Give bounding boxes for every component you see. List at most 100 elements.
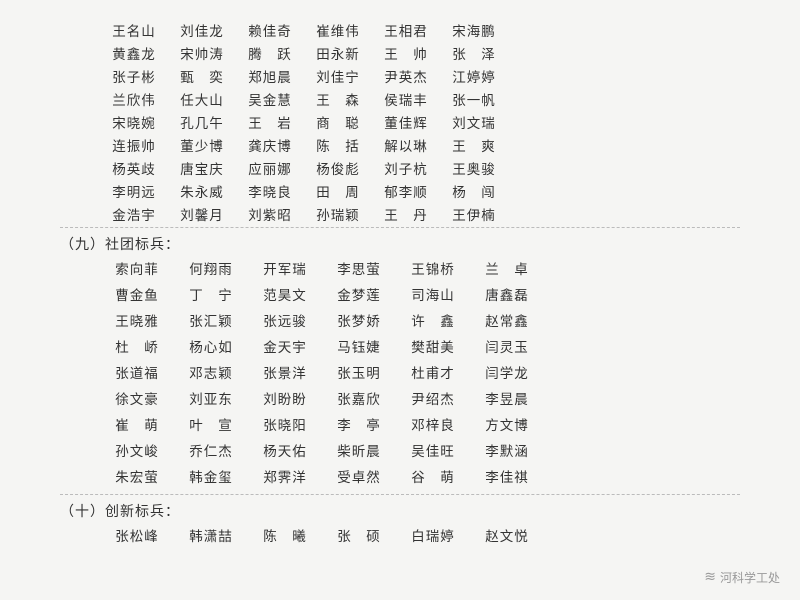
page: 王名山 刘佳龙 赖佳奇 崔维伟 王相君 宋海鹏 黄鑫龙 宋帅涛 腾 跃 田永新 … (0, 0, 800, 600)
name: 丁 宁 (174, 284, 248, 304)
name: 韩金玺 (174, 466, 248, 486)
name: 李思萤 (322, 258, 396, 278)
name: 杨 闯 (440, 181, 508, 201)
s9-row-5: 张道福 邓志颖 张景洋 张玉明 杜甫才 闫学龙 (60, 362, 740, 386)
name: 王伊楠 (440, 204, 508, 224)
name: 黄鑫龙 (100, 43, 168, 63)
name: 刘盼盼 (248, 388, 322, 408)
name: 董佳辉 (372, 112, 440, 132)
name-row-2: 黄鑫龙 宋帅涛 腾 跃 田永新 王 帅 张 泽 (100, 43, 740, 63)
name: 王 帅 (372, 43, 440, 63)
s9-row-8: 孙文峻 乔仁杰 杨天佑 柴昕晨 吴佳旺 李默涵 (60, 440, 740, 464)
name: 任大山 (168, 89, 236, 109)
name: 张一帆 (440, 89, 508, 109)
name: 王 森 (304, 89, 372, 109)
name: 解以琳 (372, 135, 440, 155)
s9-row-9: 朱宏萤 韩金玺 郑霁洋 受卓然 谷 萌 李佳祺 (60, 466, 740, 490)
name: 唐宝庆 (168, 158, 236, 178)
name: 龚庆博 (236, 135, 304, 155)
name: 刘亚东 (174, 388, 248, 408)
name: 张松峰 (100, 525, 174, 545)
name: 王晓雅 (100, 310, 174, 330)
name: 王 岩 (236, 112, 304, 132)
name: 叶 宣 (174, 414, 248, 434)
name: 刘佳宁 (304, 66, 372, 86)
name: 杨英歧 (100, 158, 168, 178)
name: 张 硕 (322, 525, 396, 545)
name: 徐文豪 (100, 388, 174, 408)
name: 韩潇喆 (174, 525, 248, 545)
name: 柴昕晨 (322, 440, 396, 460)
name: 侯瑞丰 (372, 89, 440, 109)
s9-row-3: 王晓雅 张汇颖 张远骏 张梦娇 许 鑫 赵常鑫 (60, 310, 740, 334)
name: 李昱晨 (470, 388, 544, 408)
name: 许 鑫 (396, 310, 470, 330)
name: 杜 峤 (100, 336, 174, 356)
section-10-title: （十）创新标兵： (60, 501, 740, 521)
name: 杜甫才 (396, 362, 470, 382)
name: 崔维伟 (304, 20, 372, 40)
name: 司海山 (396, 284, 470, 304)
name: 刘文瑞 (440, 112, 508, 132)
name: 郑旭晨 (236, 66, 304, 86)
name: 张远骏 (248, 310, 322, 330)
name: 李佳祺 (470, 466, 544, 486)
name: 崔 萌 (100, 414, 174, 434)
name: 王相君 (372, 20, 440, 40)
name: 吴金慧 (236, 89, 304, 109)
name: 孙文峻 (100, 440, 174, 460)
name: 商 聪 (304, 112, 372, 132)
name: 孔几午 (168, 112, 236, 132)
s9-row-6: 徐文豪 刘亚东 刘盼盼 张嘉欣 尹绍杰 李昱晨 (60, 388, 740, 412)
divider (60, 227, 740, 228)
name: 金天宇 (248, 336, 322, 356)
name: 宋晓婉 (100, 112, 168, 132)
name: 马钰婕 (322, 336, 396, 356)
name: 何翔雨 (174, 258, 248, 278)
name: 张嘉欣 (322, 388, 396, 408)
name: 唐鑫磊 (470, 284, 544, 304)
s10-row-1: 张松峰 韩潇喆 陈 曦 张 硕 白瑞婷 赵文悦 (60, 525, 740, 549)
section-10: （十）创新标兵： 张松峰 韩潇喆 陈 曦 张 硕 白瑞婷 赵文悦 (60, 501, 740, 549)
name: 甄 奕 (168, 66, 236, 86)
name: 董少博 (168, 135, 236, 155)
name: 张景洋 (248, 362, 322, 382)
name: 谷 萌 (396, 466, 470, 486)
s9-row-7: 崔 萌 叶 宣 张晓阳 李 亭 邓梓良 方文博 (60, 414, 740, 438)
name: 兰 卓 (470, 258, 544, 278)
s9-row-1: 索向菲 何翔雨 开军瑞 李思萤 王锦桥 兰 卓 (60, 258, 740, 282)
name: 闫学龙 (470, 362, 544, 382)
name: 金浩宇 (100, 204, 168, 224)
section-9: （九）社团标兵： 索向菲 何翔雨 开军瑞 李思萤 王锦桥 兰 卓 曹金鱼 丁 宁… (60, 234, 740, 490)
name: 王锦桥 (396, 258, 470, 278)
name: 刘馨月 (168, 204, 236, 224)
name: 李晓良 (236, 181, 304, 201)
name: 刘佳龙 (168, 20, 236, 40)
name: 杨天佑 (248, 440, 322, 460)
name: 尹英杰 (372, 66, 440, 86)
name: 李 亭 (322, 414, 396, 434)
name: 范昊文 (248, 284, 322, 304)
name: 应丽娜 (236, 158, 304, 178)
name: 宋帅涛 (168, 43, 236, 63)
name: 陈 括 (304, 135, 372, 155)
section-9-title: （九）社团标兵： (60, 234, 740, 254)
name: 方文博 (470, 414, 544, 434)
name: 金梦莲 (322, 284, 396, 304)
name: 赖佳奇 (236, 20, 304, 40)
name: 张汇颖 (174, 310, 248, 330)
footer-text: 河科学工处 (720, 569, 780, 586)
name: 杨俊彪 (304, 158, 372, 178)
name: 乔仁杰 (174, 440, 248, 460)
name: 朱永威 (168, 181, 236, 201)
name: 郑霁洋 (248, 466, 322, 486)
footer-icon: ≋ (704, 569, 716, 586)
name: 郁李顺 (372, 181, 440, 201)
name-row-7: 杨英歧 唐宝庆 应丽娜 杨俊彪 刘子杭 王奥骏 (100, 158, 740, 178)
name: 兰欣伟 (100, 89, 168, 109)
name: 邓梓良 (396, 414, 470, 434)
name: 闫灵玉 (470, 336, 544, 356)
name: 连振帅 (100, 135, 168, 155)
name: 开军瑞 (248, 258, 322, 278)
name: 张道福 (100, 362, 174, 382)
